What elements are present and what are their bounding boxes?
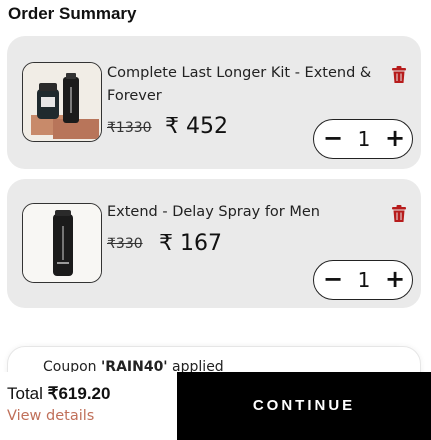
discounted-price: ₹ 167	[159, 231, 222, 256]
increase-quantity-button[interactable]: +	[384, 267, 406, 291]
order-total: Total ₹619.20	[7, 384, 110, 404]
decrease-quantity-button[interactable]: −	[322, 267, 344, 291]
original-price: ₹330	[107, 236, 143, 252]
quantity-value: 1	[357, 268, 371, 292]
quantity-stepper: − 1 +	[313, 119, 413, 159]
quantity-value: 1	[357, 127, 371, 151]
quantity-stepper: − 1 +	[313, 260, 413, 300]
original-price: ₹1330	[107, 120, 152, 136]
cart-item-card: Complete Last Longer Kit - Extend & Fore…	[7, 36, 421, 169]
total-amount: ₹619.20	[47, 384, 111, 403]
product-kit-image[interactable]	[22, 62, 102, 142]
page-title: Order Summary	[8, 4, 137, 23]
delete-icon[interactable]	[391, 205, 407, 223]
discounted-price: ₹ 452	[165, 114, 228, 139]
cart-item-card: Extend - Delay Spray for Men ₹330 ₹ 167 …	[7, 179, 421, 308]
checkout-bar: Total ₹619.20 View details CONTINUE	[0, 372, 431, 440]
delete-icon[interactable]	[391, 66, 407, 84]
view-details-link[interactable]: View details	[7, 408, 94, 424]
continue-button[interactable]: CONTINUE	[177, 372, 431, 440]
total-label: Total	[7, 384, 48, 403]
increase-quantity-button[interactable]: +	[384, 126, 406, 150]
product-name[interactable]: Complete Last Longer Kit - Extend & Fore…	[107, 62, 377, 108]
spray-bottle-image[interactable]	[22, 203, 102, 283]
product-name[interactable]: Extend - Delay Spray for Men	[107, 201, 377, 224]
decrease-quantity-button[interactable]: −	[322, 126, 344, 150]
